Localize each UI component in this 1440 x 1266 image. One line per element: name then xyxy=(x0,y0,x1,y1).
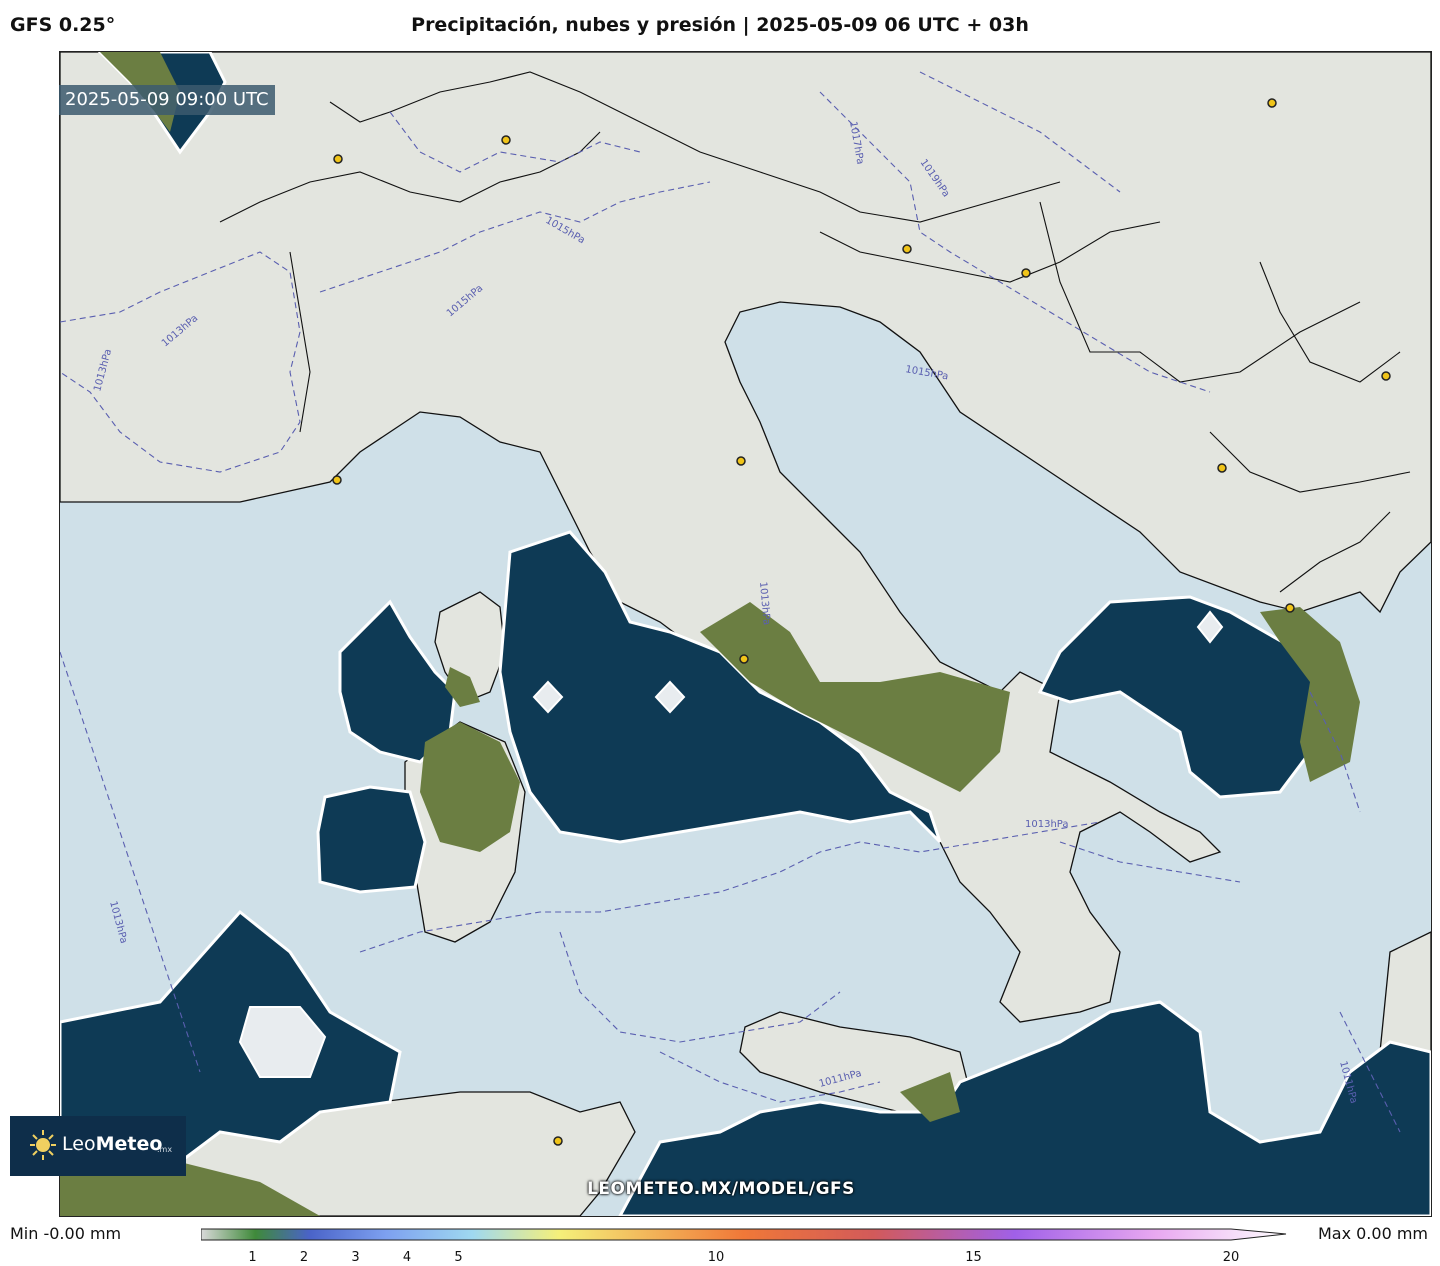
map-canvas: 1013hPa 1013hPa 1015hPa 1015hPa 1017hPa … xyxy=(60,52,1431,1216)
precip-colorbar xyxy=(201,1228,1287,1241)
colorbar-tick-label: 20 xyxy=(1222,1250,1240,1265)
city-marker xyxy=(332,475,342,485)
watermark: LEOMETEO.MX/MODEL/GFS xyxy=(587,1179,855,1199)
logo-tld: .mx xyxy=(157,1145,173,1154)
valid-time-badge: 2025-05-09 09:00 UTC xyxy=(59,85,275,115)
city-marker xyxy=(333,154,343,164)
colorbar-tick-label: 10 xyxy=(707,1250,725,1265)
leometeo-logo[interactable]: LeoMeteo .mx xyxy=(10,1116,186,1176)
city-marker xyxy=(1267,98,1277,108)
colorbar-tick-label: 2 xyxy=(299,1250,309,1265)
city-marker xyxy=(736,456,746,466)
city-marker xyxy=(501,135,511,145)
city-marker xyxy=(902,244,912,254)
colorbar-tick-label: 5 xyxy=(454,1250,463,1265)
city-marker xyxy=(1217,463,1227,473)
chart-title: Precipitación, nubes y presión | 2025-05… xyxy=(411,14,1029,36)
sun-icon xyxy=(30,1130,56,1160)
city-marker xyxy=(739,654,749,664)
city-marker xyxy=(1021,268,1031,278)
colorbar-tick-label: 4 xyxy=(402,1250,412,1265)
colorbar-tick-label: 15 xyxy=(965,1250,982,1265)
city-marker xyxy=(553,1136,563,1146)
max-value-label: Max 0.00 mm xyxy=(1317,1224,1428,1243)
city-marker xyxy=(1381,371,1391,381)
logo-text: LeoMeteo xyxy=(62,1133,163,1155)
min-value-label: Min -0.00 mm xyxy=(10,1224,122,1243)
city-marker xyxy=(1285,603,1295,613)
isobar-label: 1013hPa xyxy=(1025,819,1069,830)
precip-sw-sardinia xyxy=(316,785,427,894)
colorbar-tick-label: 3 xyxy=(351,1250,360,1265)
weather-map[interactable]: 1013hPa 1013hPa 1015hPa 1015hPa 1017hPa … xyxy=(59,51,1432,1217)
colorbar-tick-label: 1 xyxy=(248,1250,257,1265)
